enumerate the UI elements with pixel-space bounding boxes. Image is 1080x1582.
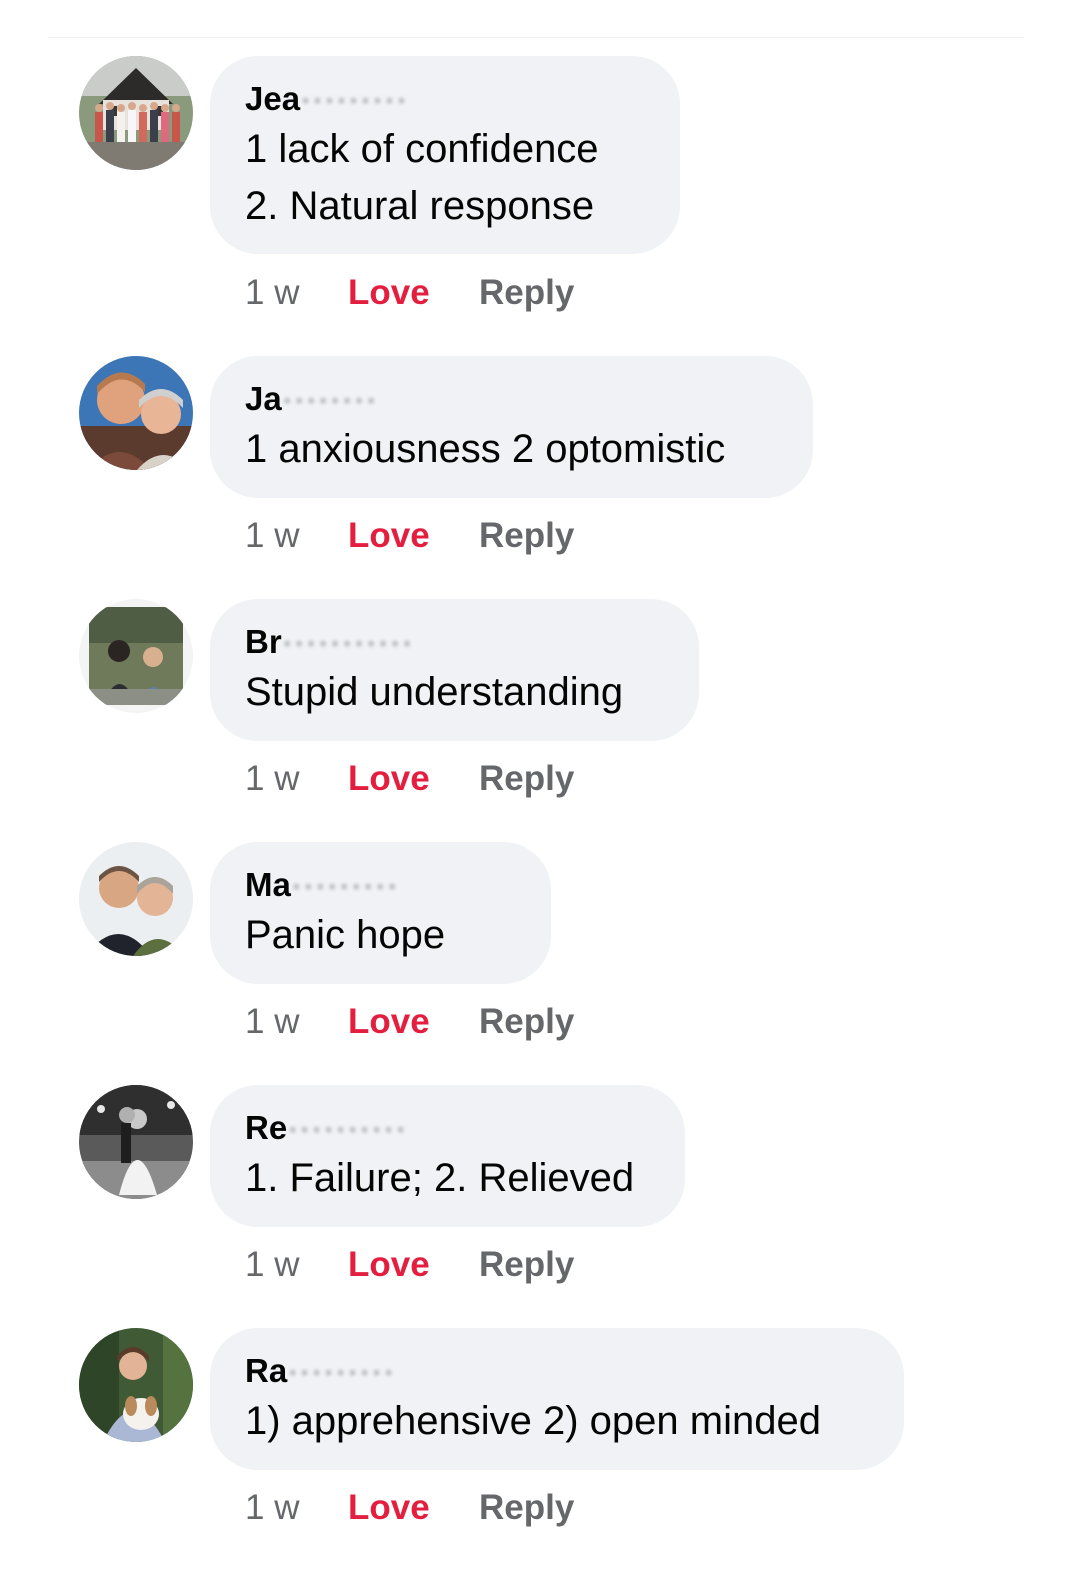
profile-photo-outdoor-icon xyxy=(79,599,193,713)
comment-actions: 1 w Love Reply xyxy=(245,516,574,556)
comment-author[interactable]: Br··········· xyxy=(245,620,663,664)
avatar[interactable] xyxy=(79,1328,193,1442)
love-button[interactable]: Love xyxy=(348,273,479,313)
comment-author[interactable]: Ja········ xyxy=(245,377,777,421)
comment-text-line: 1 anxiousness 2 optomistic xyxy=(245,427,726,471)
comment-actions: 1 w Love Reply xyxy=(245,273,574,313)
author-name-obscured: ········· xyxy=(300,80,408,117)
reply-button[interactable]: Reply xyxy=(479,516,574,556)
comment-timestamp: 1 w xyxy=(245,759,300,798)
comment-timestamp: 1 w xyxy=(245,273,300,312)
comment-timestamp: 1 w xyxy=(245,1245,300,1284)
comment-timestamp: 1 w xyxy=(245,1488,300,1527)
avatar[interactable] xyxy=(79,842,193,956)
comment-timestamp: 1 w xyxy=(245,516,300,555)
profile-photo-couple-icon xyxy=(79,842,193,956)
comment-author[interactable]: Jea········· xyxy=(245,77,644,121)
comment-bubble: Br··········· Stupid understanding xyxy=(210,599,699,741)
reply-button[interactable]: Reply xyxy=(479,1002,574,1042)
comment-bubble: Re·········· 1. Failure; 2. Relieved xyxy=(210,1085,685,1227)
comment-author[interactable]: Ma········· xyxy=(245,863,515,907)
author-name-visible: Br xyxy=(245,623,282,660)
reply-button[interactable]: Reply xyxy=(479,1245,574,1285)
love-button[interactable]: Love xyxy=(348,1002,479,1042)
comment-bubble: Ja········ 1 anxiousness 2 optomistic xyxy=(210,356,813,498)
comment-text-line: Panic hope xyxy=(245,913,446,957)
author-name-visible: Ma xyxy=(245,866,291,903)
reply-button[interactable]: Reply xyxy=(479,273,574,313)
comment-bubble: Ma········· Panic hope xyxy=(210,842,551,984)
comment-actions: 1 w Love Reply xyxy=(245,759,574,799)
avatar[interactable] xyxy=(79,599,193,713)
comment-author[interactable]: Re·········· xyxy=(245,1106,649,1150)
comment-text-line: 1) apprehensive 2) open minded xyxy=(245,1399,821,1443)
love-button[interactable]: Love xyxy=(348,1488,479,1528)
comment-bubble: Ra········· 1) apprehensive 2) open mind… xyxy=(210,1328,904,1470)
author-name-visible: Re xyxy=(245,1109,288,1146)
avatar[interactable] xyxy=(79,1085,193,1199)
author-name-obscured: ··········· xyxy=(281,623,414,660)
avatar[interactable] xyxy=(79,56,193,170)
comment-bubble: Jea········· 1 lack of confidence 2. Nat… xyxy=(210,56,680,254)
top-divider xyxy=(48,37,1024,38)
comment-text-line: Stupid understanding xyxy=(245,670,624,714)
comment-actions: 1 w Love Reply xyxy=(245,1002,574,1042)
love-button[interactable]: Love xyxy=(348,1245,479,1285)
comment-text-line: 1 lack of confidence xyxy=(245,127,599,171)
profile-photo-dog-icon xyxy=(79,1328,193,1442)
profile-photo-couple-icon xyxy=(79,356,193,470)
author-name-obscured: ·········· xyxy=(287,1109,408,1146)
comment-actions: 1 w Love Reply xyxy=(245,1245,574,1285)
author-name-visible: Jea xyxy=(245,80,301,117)
comment-actions: 1 w Love Reply xyxy=(245,1488,574,1528)
author-name-obscured: ········ xyxy=(281,380,378,417)
comment-text-line: 1. Failure; 2. Relieved xyxy=(245,1156,635,1200)
comment-text-line: 2. Natural response xyxy=(245,184,595,228)
author-name-visible: Ra xyxy=(245,1352,288,1389)
comment-timestamp: 1 w xyxy=(245,1002,300,1041)
reply-button[interactable]: Reply xyxy=(479,759,574,799)
profile-photo-group-icon xyxy=(79,56,193,170)
author-name-obscured: ········· xyxy=(287,1352,396,1389)
profile-photo-wedding-icon xyxy=(79,1085,193,1199)
reply-button[interactable]: Reply xyxy=(479,1488,574,1528)
comment-author[interactable]: Ra········· xyxy=(245,1349,868,1393)
author-name-obscured: ········· xyxy=(290,866,399,903)
author-name-visible: Ja xyxy=(245,380,282,417)
avatar[interactable] xyxy=(79,356,193,470)
love-button[interactable]: Love xyxy=(348,516,479,556)
love-button[interactable]: Love xyxy=(348,759,479,799)
